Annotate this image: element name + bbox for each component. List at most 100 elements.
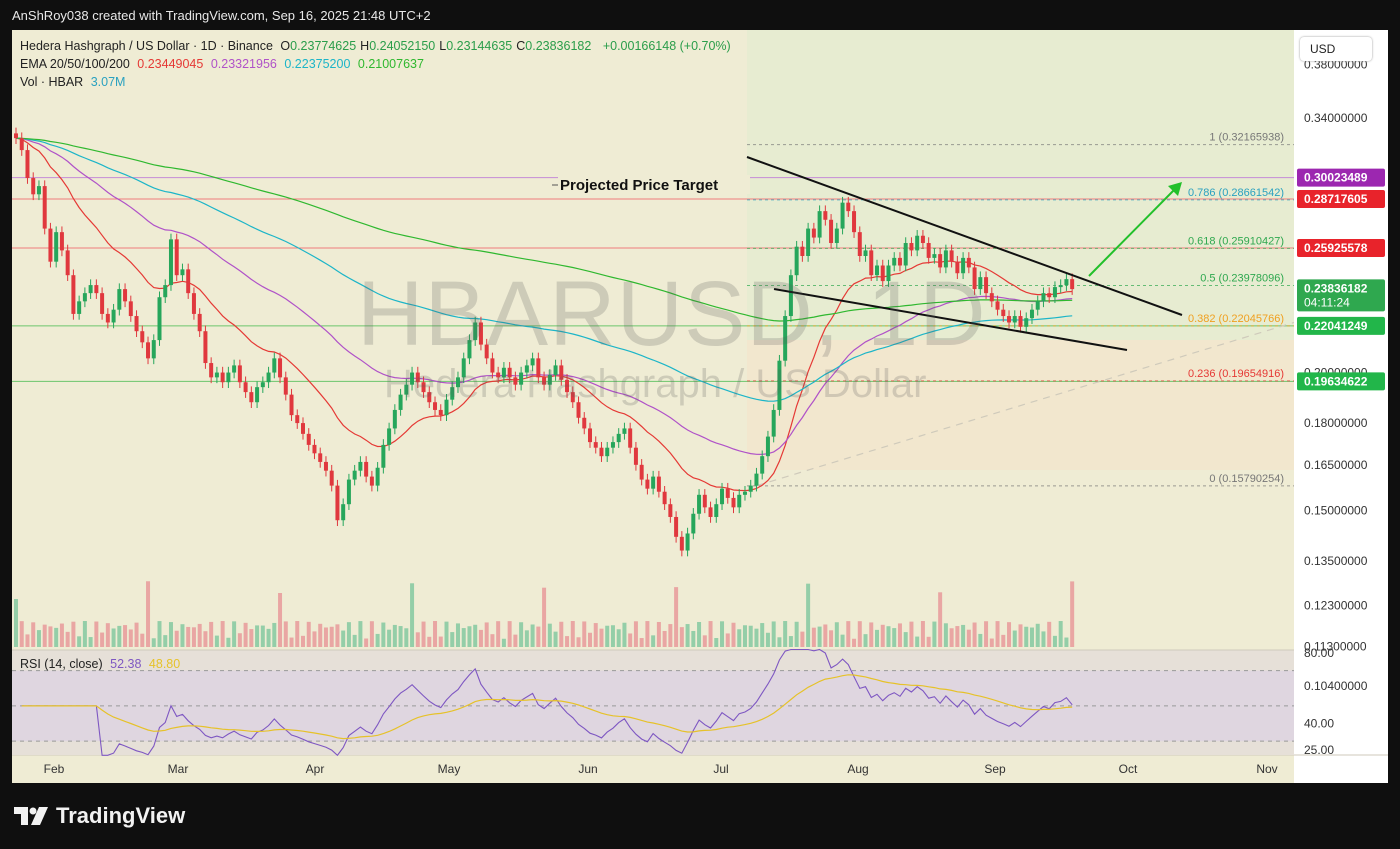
volume-bar (651, 635, 656, 647)
volume-bar (186, 626, 191, 647)
candle-body (278, 358, 283, 378)
candle-body (260, 382, 265, 388)
candle-body (1064, 279, 1069, 286)
volume-bar (42, 624, 47, 647)
volume-bar (1041, 631, 1046, 647)
fib-label-3: 0.5 (0.23978096) (1200, 273, 1284, 285)
candle-body (105, 313, 110, 323)
legend-symbol-row: Hedera Hashgraph / US Dollar · 1D · Bina… (20, 39, 735, 53)
candle-body (599, 447, 604, 457)
volume-bar (323, 627, 328, 647)
time-axis-tick-0: Feb (44, 762, 65, 776)
volume-bar (605, 625, 610, 647)
legend-ema-label[interactable]: EMA 20/50/100/200 (20, 57, 130, 71)
tradingview-footer[interactable]: TradingView (14, 803, 185, 829)
candle-body (128, 301, 133, 317)
volume-bar (490, 634, 495, 647)
volume-bar (312, 631, 317, 647)
volume-bar (536, 626, 541, 647)
volume-bar (197, 623, 202, 647)
volume-bar (685, 624, 690, 647)
volume-bar (151, 638, 156, 647)
volume-bar (157, 621, 162, 647)
candle-body (662, 491, 667, 505)
candle-body (375, 467, 380, 486)
time-axis-tick-8: Oct (1119, 762, 1138, 776)
volume-bar (134, 622, 139, 647)
candle-body (1007, 316, 1012, 323)
watermark-ticker: HBARUSD, 1D (357, 263, 987, 365)
candle-body (387, 428, 392, 445)
volume-bar (1007, 622, 1012, 647)
volume-bar (806, 583, 811, 647)
volume-bar (702, 635, 707, 647)
legend-ema-value-200: 0.21007637 (357, 57, 424, 71)
legend-vol-label[interactable]: Vol · HBAR (20, 75, 83, 89)
candle-body (295, 415, 300, 424)
candle-body (1041, 293, 1046, 302)
volume-bar (972, 622, 977, 647)
candle-body (1001, 309, 1006, 317)
candle-body (306, 433, 311, 445)
volume-bar (82, 621, 87, 647)
rsi-axis-tick-1: 40.00 (1304, 717, 1334, 731)
chart-panel[interactable]: 1 (0.32165938) 0.786 (0.28661542) 0.618 (0… (12, 30, 1388, 783)
legend-symbol[interactable]: Hedera Hashgraph / US Dollar · 1D · Bina… (20, 39, 273, 53)
legend-rsi-label[interactable]: RSI (14, close) (20, 657, 103, 671)
volume-bar (582, 621, 587, 647)
candle-body (628, 428, 633, 448)
price-label-5: 0.19634622 (1304, 374, 1368, 388)
candle-body (65, 250, 70, 276)
candle-body (197, 313, 202, 332)
candle-body (232, 365, 237, 373)
candle-body (36, 186, 41, 195)
volume-bar (857, 621, 862, 647)
candle-body (852, 211, 857, 233)
legend-ema-value-100: 0.22375200 (284, 57, 351, 71)
candle-body (651, 476, 656, 489)
candle-body (88, 285, 93, 294)
volume-bar (232, 621, 237, 647)
candle-body (697, 494, 702, 514)
tradingview-logo-icon (14, 807, 48, 825)
candle-body (352, 470, 357, 480)
candle-body (737, 494, 742, 508)
legend-rsi-row: RSI (14, close) 52.38 48.80 (20, 657, 184, 671)
footer-brand-text: TradingView (56, 803, 186, 828)
legend-change: +0.00166148 (+0.70%) (602, 39, 731, 53)
volume-bar (628, 633, 633, 647)
volume-bar (846, 621, 851, 647)
volume-bar (915, 636, 920, 647)
volume-bar (31, 622, 36, 647)
volume-bar (25, 634, 30, 647)
price-label-1: 0.28717605 (1304, 192, 1368, 206)
volume-bar (209, 621, 214, 647)
currency-button[interactable]: USD (1300, 37, 1372, 61)
volume-bar (909, 621, 914, 647)
candle-body (742, 491, 747, 495)
countdown-timer: 04:11:24 (1304, 295, 1350, 309)
volume-bar (243, 622, 248, 647)
candle-body (702, 494, 707, 508)
volume-bar (955, 626, 960, 647)
volume-bar (36, 630, 41, 647)
volume-bar (720, 621, 725, 647)
candle-body (174, 239, 179, 276)
candle-body (341, 504, 346, 521)
candle-body (392, 409, 397, 429)
fib-label-5: 0.236 (0.19654916) (1188, 368, 1284, 380)
candle-body (834, 228, 839, 244)
volume-bar (283, 621, 288, 647)
candle-body (180, 269, 185, 276)
volume-bar (771, 621, 776, 647)
candle-body (54, 232, 59, 262)
volume-bar (1070, 581, 1075, 647)
candle-body (610, 442, 615, 448)
volume-bar (19, 621, 24, 647)
volume-bar (306, 621, 311, 647)
candle-body (748, 485, 753, 492)
volume-bar (760, 623, 765, 647)
candle-body (605, 447, 610, 457)
candle-body (915, 235, 920, 251)
volume-bar (565, 636, 570, 647)
